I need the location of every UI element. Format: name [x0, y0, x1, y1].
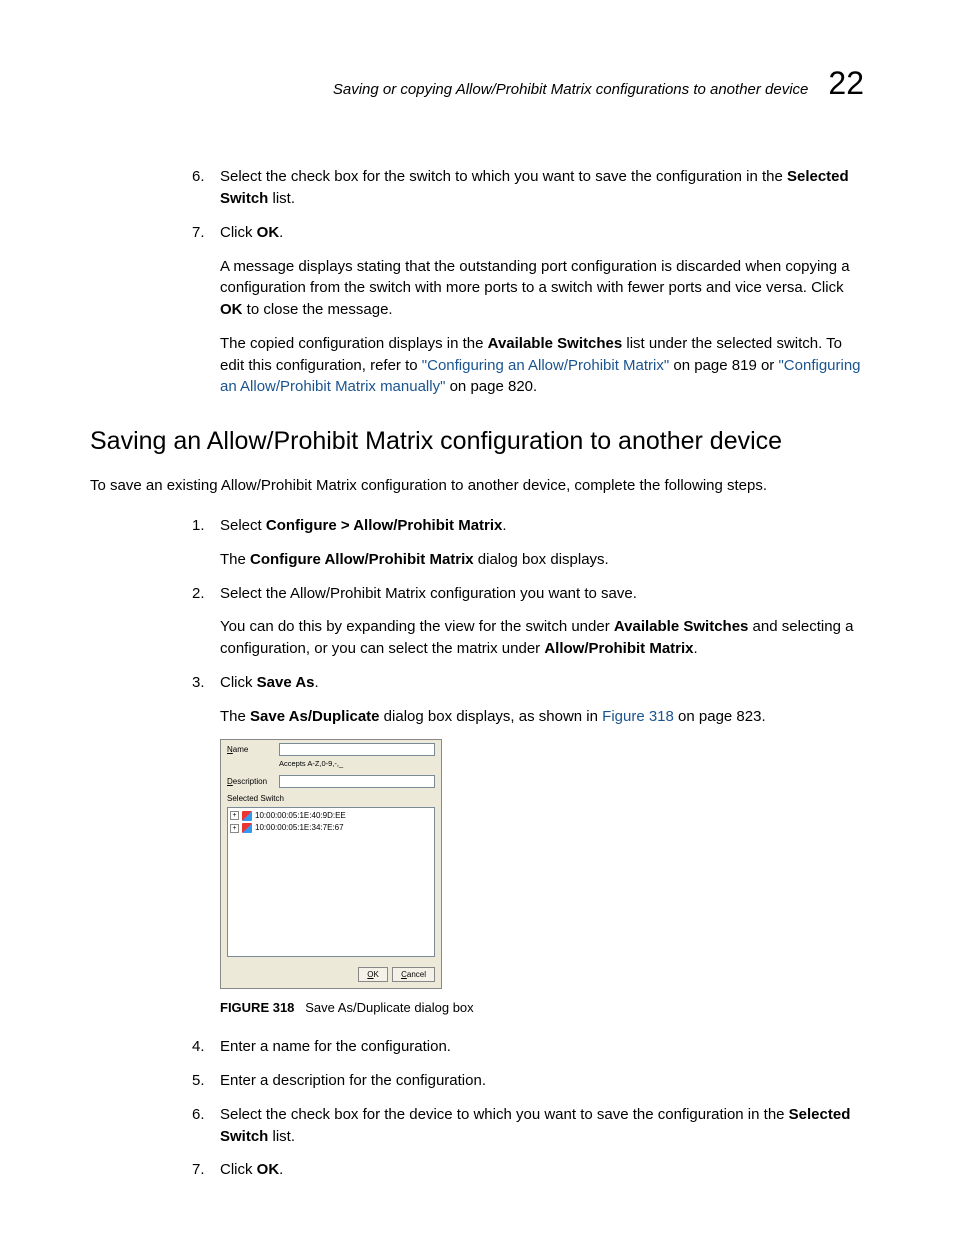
step-5: 5. Enter a description for the configura…: [220, 1070, 864, 1092]
step-number: 2.: [192, 583, 205, 605]
step-number: 5.: [192, 1070, 205, 1092]
step-text: Select the check box for the switch to w…: [220, 168, 787, 185]
step-text: Select: [220, 517, 266, 534]
figure-label: FIGURE 318: [220, 1000, 294, 1015]
step-number: 6.: [192, 166, 205, 188]
name-label: Name: [227, 744, 273, 756]
step-6: 6. Select the check box for the switch t…: [220, 166, 864, 210]
step-text: on page 819 or: [669, 357, 778, 374]
step-text: .: [279, 1161, 283, 1178]
step-text: The copied configuration displays in the: [220, 335, 488, 352]
tree-expand-icon[interactable]: +: [230, 811, 239, 820]
bold-available-switches: Available Switches: [488, 335, 623, 352]
step-text: .: [694, 640, 698, 657]
selected-switch-list[interactable]: + 10:00:00:05:1E:40:9D:EE + 10:00:00:05:…: [227, 807, 435, 957]
step-text: The: [220, 551, 250, 568]
step-2: 2. Select the Allow/Prohibit Matrix conf…: [220, 583, 864, 660]
name-hint: Accepts A-Z,0-9,-,_: [273, 759, 441, 772]
step-7: 7. Click OK. A message displays stating …: [220, 222, 864, 398]
step-text: Enter a description for the configuratio…: [220, 1072, 486, 1089]
step-4: 4. Enter a name for the configuration.: [220, 1036, 864, 1058]
bold-dialog-name: Configure Allow/Prohibit Matrix: [250, 551, 474, 568]
section-steps-list: 1. Select Configure > Allow/Prohibit Mat…: [220, 515, 864, 1181]
chapter-number: 22: [828, 60, 864, 106]
step-text: You can do this by expanding the view fo…: [220, 618, 614, 635]
save-as-dialog: Name Accepts A-Z,0-9,-,_ Description Sel…: [220, 739, 442, 989]
step-text: .: [315, 674, 319, 691]
switch-icon: [242, 823, 252, 833]
switch-icon: [242, 811, 252, 821]
step-text: to close the message.: [243, 301, 393, 318]
bold-allow-prohibit-matrix: Allow/Prohibit Matrix: [544, 640, 693, 657]
tree-item[interactable]: + 10:00:00:05:1E:34:7E:67: [230, 822, 432, 834]
bold-save-as-duplicate: Save As/Duplicate: [250, 708, 380, 725]
step-number: 6.: [192, 1104, 205, 1126]
figure-text: Save As/Duplicate dialog box: [305, 1000, 473, 1015]
section-heading: Saving an Allow/Prohibit Matrix configur…: [90, 426, 864, 457]
step-text: Click: [220, 1161, 257, 1178]
name-input[interactable]: [279, 743, 435, 756]
top-steps-list: 6. Select the check box for the switch t…: [220, 166, 864, 398]
switch-wwn: 10:00:00:05:1E:34:7E:67: [255, 822, 344, 834]
bold-ok: OK: [220, 301, 243, 318]
step-text: list.: [268, 1128, 295, 1145]
step-text: A message displays stating that the outs…: [220, 258, 850, 297]
link-configuring-matrix[interactable]: "Configuring an Allow/Prohibit Matrix": [422, 357, 669, 374]
step-text: .: [502, 517, 506, 534]
cancel-button[interactable]: Cancel: [392, 967, 435, 983]
bold-menu-path: Configure > Allow/Prohibit Matrix: [266, 517, 503, 534]
ok-button[interactable]: OK: [358, 967, 388, 983]
step-text: dialog box displays.: [474, 551, 609, 568]
step-6b: 6. Select the check box for the device t…: [220, 1104, 864, 1148]
tree-item[interactable]: + 10:00:00:05:1E:40:9D:EE: [230, 810, 432, 822]
link-figure-318[interactable]: Figure 318: [602, 708, 674, 725]
step-text: Click: [220, 674, 257, 691]
step-text: on page 820.: [445, 378, 537, 395]
step-number: 1.: [192, 515, 205, 537]
bold-save-as: Save As: [257, 674, 315, 691]
step-1: 1. Select Configure > Allow/Prohibit Mat…: [220, 515, 864, 571]
header-title: Saving or copying Allow/Prohibit Matrix …: [333, 79, 809, 101]
page-header: Saving or copying Allow/Prohibit Matrix …: [90, 60, 864, 106]
step-number: 3.: [192, 672, 205, 694]
figure-caption: FIGURE 318 Save As/Duplicate dialog box: [220, 999, 864, 1018]
bold-available-switches: Available Switches: [614, 618, 749, 635]
step-number: 7.: [192, 1159, 205, 1181]
description-label: Description: [227, 776, 273, 788]
step-text: Select the check box for the device to w…: [220, 1106, 789, 1123]
step-number: 4.: [192, 1036, 205, 1058]
step-text: dialog box displays, as shown in: [380, 708, 603, 725]
step-text: Enter a name for the configuration.: [220, 1038, 451, 1055]
step-text: The: [220, 708, 250, 725]
step-text: .: [279, 224, 283, 241]
tree-expand-icon[interactable]: +: [230, 824, 239, 833]
bold-ok: OK: [257, 224, 280, 241]
step-3: 3. Click Save As. The Save As/Duplicate …: [220, 672, 864, 1018]
step-7b: 7. Click OK.: [220, 1159, 864, 1181]
section-intro: To save an existing Allow/Prohibit Matri…: [90, 475, 864, 497]
step-text: list.: [268, 190, 295, 207]
step-text: Click: [220, 224, 257, 241]
switch-wwn: 10:00:00:05:1E:40:9D:EE: [255, 810, 346, 822]
description-input[interactable]: [279, 775, 435, 788]
step-number: 7.: [192, 222, 205, 244]
selected-switch-label: Selected Switch: [221, 791, 441, 807]
step-text: Select the Allow/Prohibit Matrix configu…: [220, 585, 637, 602]
bold-ok: OK: [257, 1161, 280, 1178]
step-text: on page 823.: [674, 708, 766, 725]
